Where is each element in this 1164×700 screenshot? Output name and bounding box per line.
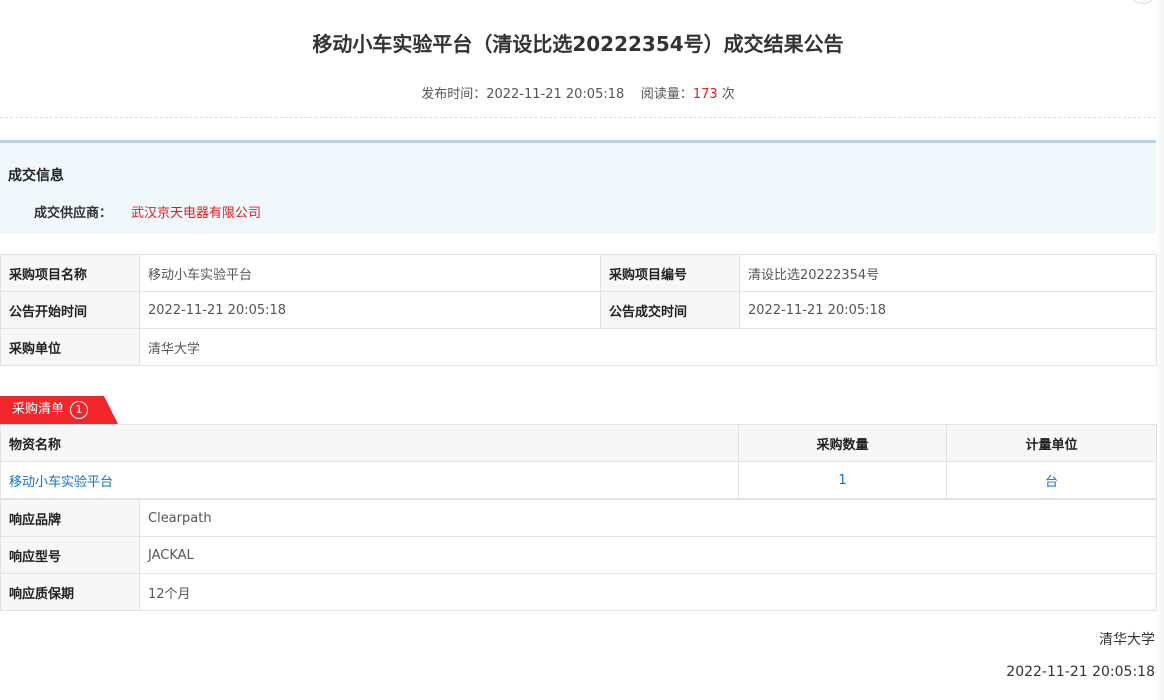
start-time-label: 公告开始时间 [0,291,140,329]
purchase-unit-label: 采购单位 [0,328,140,366]
purchase-list-table: 物资名称 采购数量 计量单位 移动小车实验平台 1 台 [0,424,1157,499]
read-count: 173 [692,87,718,102]
table-row: 响应品牌 Clearpath [0,499,1157,537]
announcement-page: 移动小车实验平台（清设比选20222354号）成交结果公告 发布时间：2022-… [0,0,1164,700]
read-unit: 次 [721,87,735,102]
deal-time-value: 2022-11-21 20:05:18 [739,291,1157,329]
project-name-label: 采购项目名称 [0,254,140,292]
warranty-label: 响应质保期 [0,573,140,611]
table-row: 响应质保期 12个月 [0,573,1157,611]
table-row: 响应型号 JACKAL [0,536,1157,574]
warranty-value: 12个月 [139,573,1157,611]
publish-time: 2022-11-21 20:05:18 [486,87,625,102]
col-header-qty: 采购数量 [738,424,947,462]
supplier-label: 成交供应商： [34,206,113,221]
publish-meta: 发布时间：2022-11-21 20:05:18 阅读量：173 次 [0,83,1156,102]
purchase-list-tab-label: 采购清单 [12,402,65,417]
deal-info-title: 成交信息 [8,168,64,184]
purchase-unit-value: 清华大学 [139,328,1157,366]
model-value: JACKAL [139,536,1157,574]
supplier-value: 武汉京天电器有限公司 [131,206,262,221]
purchase-list-tab[interactable]: 采购清单 1 [0,396,118,424]
item-name-link[interactable]: 移动小车实验平台 [0,461,739,499]
read-label: 阅读量： [640,87,693,102]
table-row: 采购项目名称 移动小车实验平台 采购项目编号 清设比选20222354号 [0,254,1157,292]
item-qty: 1 [738,461,947,499]
page-edge-shadow [1156,0,1164,700]
purchase-list-count-badge: 1 [70,400,89,419]
response-table: 响应品牌 Clearpath 响应型号 JACKAL 响应质保期 12个月 [0,499,1157,611]
divider [0,117,1156,118]
publish-label: 发布时间： [421,87,487,102]
purchase-list-tab-shape[interactable]: 采购清单 1 [0,396,118,424]
brand-value: Clearpath [139,499,1157,537]
table-row: 移动小车实验平台 1 台 [0,461,1157,499]
start-time-value: 2022-11-21 20:05:18 [139,291,601,329]
page-title: 移动小车实验平台（清设比选20222354号）成交结果公告 [312,32,844,56]
footer-date: 2022-11-21 20:05:18 [1006,664,1155,680]
project-name-value: 移动小车实验平台 [139,254,601,292]
footer-organization: 清华大学 [1099,632,1155,648]
corner-button[interactable] [1128,0,1158,4]
table-row: 采购单位 清华大学 [0,328,1157,366]
item-unit: 台 [946,461,1157,499]
deal-time-label: 公告成交时间 [600,291,740,329]
brand-label: 响应品牌 [0,499,140,537]
project-code-label: 采购项目编号 [600,254,740,292]
table-header-row: 物资名称 采购数量 计量单位 [0,424,1157,462]
deal-info-box: 成交信息 成交供应商： 武汉京天电器有限公司 [0,140,1156,234]
project-info-table: 采购项目名称 移动小车实验平台 采购项目编号 清设比选20222354号 公告开… [0,254,1157,366]
col-header-unit: 计量单位 [946,424,1157,462]
project-code-value: 清设比选20222354号 [739,254,1157,292]
table-row: 公告开始时间 2022-11-21 20:05:18 公告成交时间 2022-1… [0,291,1157,329]
col-header-item-name: 物资名称 [0,424,739,462]
model-label: 响应型号 [0,536,140,574]
